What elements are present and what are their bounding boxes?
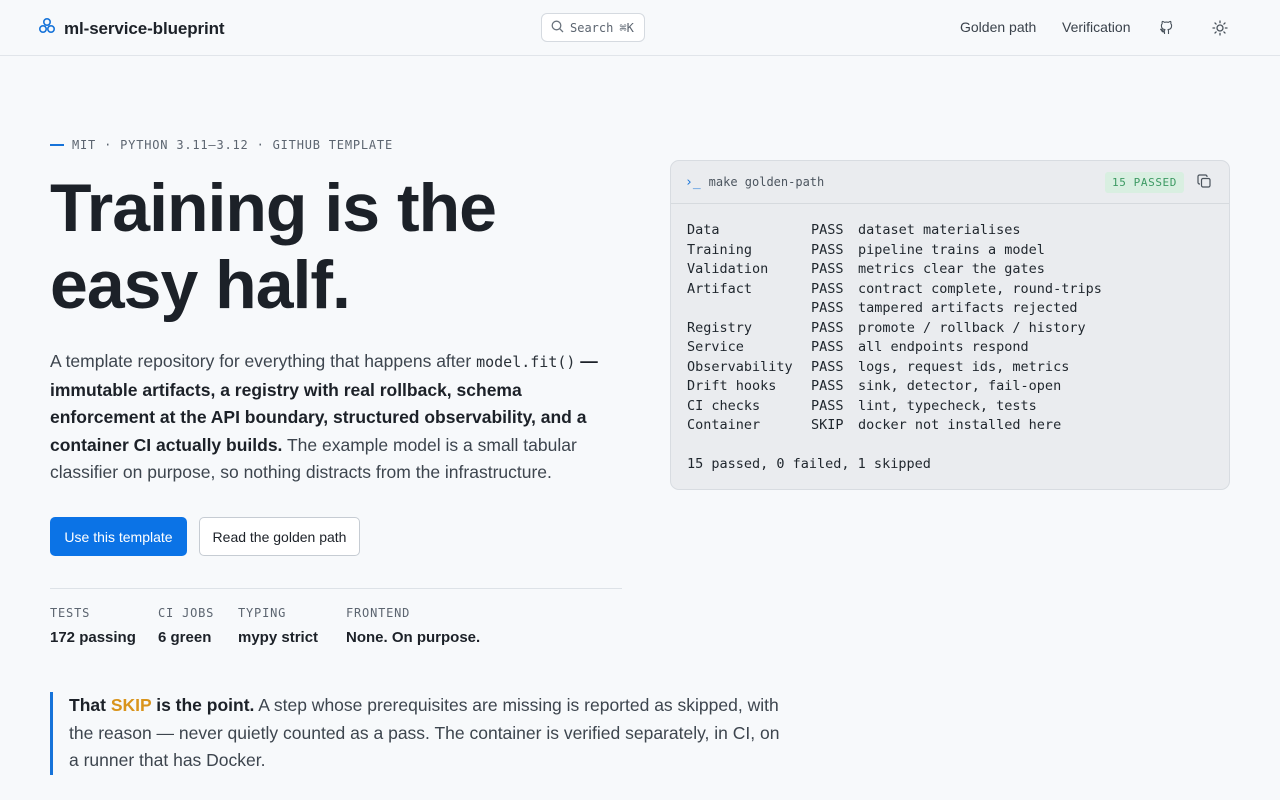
headline-line-1: Training is the [50,170,497,246]
terminal-output: Data PASS dataset materialises Training PAS… [671,204,1229,475]
callout-heading: That SKIP is the point. [69,695,254,715]
terminal-header: ›_ make golden-path 15 PASSED [671,161,1229,204]
headline-line-2: easy half. [50,247,351,323]
row-step: Observability [687,358,793,375]
row-step: Validation [687,261,769,277]
row-detail: sink, detector, fail-open [858,378,1062,394]
row-status: PASS [811,280,844,297]
row-status: PASS [811,261,844,277]
row-detail: promote / rollback / history [858,319,1086,336]
terminal-row: Validation PASS metrics clear the gates [687,260,1229,280]
stat-tests: TESTS 172 passing [50,606,136,646]
stat-typing: TYPING mypy strict [238,606,318,646]
row-status: PASS [811,222,844,238]
page-title: Training is the easy half. [50,170,610,324]
row-detail: metrics clear the gates [858,261,1045,277]
row-status: PASS [811,358,844,375]
callout-strong-pre: That [69,695,111,715]
row-detail: all endpoints respond [858,339,1029,355]
stat-label: FRONTEND [346,606,411,620]
use-template-button[interactable]: Use this template [50,517,187,556]
terminal-command: make golden-path [708,175,825,189]
row-detail: contract complete, round-trips [858,280,1102,297]
github-icon[interactable] [1157,18,1177,38]
brand-link[interactable]: ml-service-blueprint [38,17,225,40]
row-status: PASS [811,300,844,316]
eyebrow-text: MIT · PYTHON 3.11–3.12 · GITHUB TEMPLATE [72,138,393,152]
row-step: Data [687,222,720,238]
search-shortcut: ⌘K [619,20,634,35]
search-button[interactable]: Search ⌘K [541,13,645,42]
terminal-row: Container SKIP docker not installed here [687,416,1229,436]
copy-icon[interactable] [1197,174,1212,192]
theme-toggle-icon[interactable] [1210,18,1230,38]
lead-intro: A template repository for everything tha… [50,351,477,371]
row-status: PASS [811,397,844,414]
stat-value: 6 green [158,629,212,646]
lead-code: model.fit() [476,353,576,371]
row-detail: tampered artifacts rejected [858,300,1078,316]
row-step: Training [687,241,753,258]
stat-frontend: FRONTEND None. On purpose. [346,606,480,646]
skip-callout: That SKIP is the point. A step whose pre… [50,692,780,775]
brand-name: ml-service-blueprint [64,18,225,38]
cube-cluster-icon [38,17,56,40]
terminal-prompt-icon: ›_ [685,174,701,190]
row-detail: pipeline trains a model [858,241,1045,258]
terminal-row: Observability PASS logs, request ids, metr… [687,358,1229,378]
stat-label: TYPING [238,606,287,620]
row-step: Registry [687,319,753,336]
eyebrow-rule [50,144,64,146]
row-status: PASS [811,241,844,258]
row-status: PASS [811,378,844,394]
terminal-row: PASS tampered artifacts rejected [687,299,1229,319]
stat-label: TESTS [50,606,91,620]
nav-verification[interactable]: Verification [1062,19,1130,35]
skip-word: SKIP [110,695,152,715]
row-detail: dataset materialises [858,222,1021,238]
row-step: Container [687,417,761,433]
lead-paragraph: A template repository for everything tha… [50,348,610,487]
search-icon [551,20,564,36]
row-step: Drift hooks [687,378,777,394]
stat-label: CI JOBS [158,606,215,620]
row-status: PASS [811,339,844,355]
row-step: CI checks [687,397,761,414]
terminal-row: Artifact PASS contract complete, round-tri… [687,280,1229,300]
terminal-row: Registry PASS promote / rollback / history [687,319,1229,339]
read-golden-path-button[interactable]: Read the golden path [199,517,360,556]
callout-strong-post: is the point. [151,695,255,715]
row-status: SKIP [811,417,844,433]
terminal-row: Drift hooks PASS sink, detector, fail-open [687,377,1229,397]
top-navigation-bar: ml-service-blueprint Search ⌘K Golden pa… [0,0,1280,56]
row-status: PASS [811,319,844,336]
nav-golden-path[interactable]: Golden path [960,19,1036,35]
stat-ci-jobs: CI JOBS 6 green [158,606,214,646]
terminal-row: Service PASS all endpoints respond [687,338,1229,358]
row-detail: docker not installed here [858,417,1062,433]
passed-badge: 15 PASSED [1105,172,1185,193]
row-step: Service [687,339,744,355]
terminal-row: Training PASS pipeline trains a model [687,241,1229,261]
search-label: Search [570,20,614,35]
stats-divider [50,588,622,589]
terminal-summary: 15 passed, 0 failed, 1 skipped [687,456,931,472]
row-step [687,299,811,319]
stat-value: mypy strict [238,629,319,646]
row-detail: lint, typecheck, tests [858,397,1037,414]
row-detail: logs, request ids, metrics [858,358,1070,375]
stat-value: None. On purpose. [346,629,481,646]
terminal-row: Data PASS dataset materialises [687,221,1229,241]
terminal-row: CI checks PASS lint, typecheck, tests [687,397,1229,417]
stat-value: 172 passing [50,629,136,646]
row-step: Artifact [687,280,753,297]
terminal-panel: ›_ make golden-path 15 PASSED Data PASS da… [670,160,1230,490]
eyebrow: MIT · PYTHON 3.11–3.12 · GITHUB TEMPLATE [50,138,393,152]
